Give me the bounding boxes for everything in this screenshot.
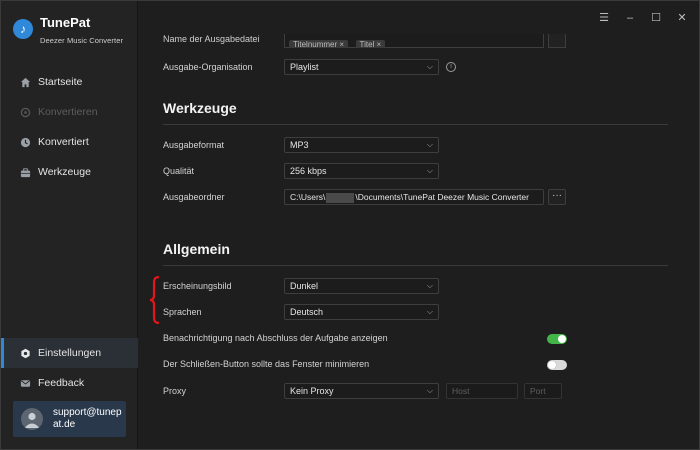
app-window: ♪ TunePat Deezer Music Converter Startse… [0, 0, 700, 450]
mail-icon [19, 377, 31, 389]
menu-icon[interactable]: ☰ [598, 12, 610, 24]
toggle-knob [558, 335, 566, 343]
brand: ♪ TunePat Deezer Music Converter [13, 15, 123, 45]
close-minimize-label: Der Schließen-Button sollte das Fenster … [163, 359, 370, 369]
sidebar-item-label: Werkzeuge [38, 166, 91, 178]
sidebar-item-konvertiert[interactable]: Konvertiert [1, 127, 138, 157]
sidebar-item-einstellungen[interactable]: Einstellungen [1, 338, 138, 368]
toolbox-icon [19, 166, 31, 178]
output-org-select[interactable]: Playlist ⌵ [284, 59, 439, 75]
chevron-down-icon: ⌵ [426, 281, 433, 290]
partial-row-output-filename: Name der Ausgabedatei Titelnummer × Tite… [139, 34, 700, 48]
section-title-general: Allgemein [163, 241, 230, 257]
filename-tag[interactable]: Titel × [355, 40, 386, 48]
settings-icon [19, 347, 31, 359]
output-format-label: Ausgabeformat [163, 140, 225, 150]
maximize-icon[interactable]: ☐ [650, 12, 662, 24]
notify-toggle[interactable] [547, 334, 567, 344]
chevron-down-icon: ⌵ [426, 62, 433, 71]
clock-icon [19, 136, 31, 148]
info-icon[interactable]: i [446, 62, 456, 72]
sidebar-bottom-nav: Einstellungen Feedback [1, 338, 138, 398]
chevron-down-icon: ⌵ [426, 166, 433, 175]
filename-tags-field[interactable]: Titelnummer × Titel × [284, 34, 544, 48]
divider [163, 124, 668, 125]
sidebar-item-label: Konvertiert [38, 136, 89, 148]
browse-folder-button[interactable]: ··· [548, 189, 566, 205]
sidebar-item-konvertieren[interactable]: Konvertieren [1, 97, 138, 127]
chevron-down-icon: ⌵ [426, 140, 433, 149]
output-folder-field[interactable]: C:\Users\ \Documents\TunePat Deezer Music… [284, 189, 544, 205]
select-value: Playlist [290, 62, 319, 72]
appearance-select[interactable]: Dunkel ⌵ [284, 278, 439, 294]
select-value: 256 kbps [290, 166, 327, 176]
proxy-host-input[interactable]: Host [446, 383, 518, 399]
sidebar-item-label: Feedback [38, 377, 85, 389]
select-value: Kein Proxy [290, 386, 334, 396]
output-format-select[interactable]: MP3 ⌵ [284, 137, 439, 153]
path-suffix: \Documents\TunePat Deezer Music Converte… [355, 192, 529, 202]
language-select[interactable]: Deutsch ⌵ [284, 304, 439, 320]
select-value: MP3 [290, 140, 309, 150]
brand-subtitle: Deezer Music Converter [40, 36, 124, 45]
proxy-label: Proxy [163, 386, 187, 396]
proxy-port-input[interactable]: Port [524, 383, 562, 399]
music-note-icon: ♪ [13, 19, 33, 39]
sidebar-item-label: Startseite [38, 76, 83, 88]
quality-select[interactable]: 256 kbps ⌵ [284, 163, 439, 179]
user-email: support@tunepat.de [53, 407, 122, 430]
convert-icon [19, 106, 31, 118]
settings-panel: ☰ – ☐ ✕ Name der Ausgabedatei Titelnumme… [139, 1, 700, 449]
select-value: Dunkel [290, 281, 319, 291]
sidebar: ♪ TunePat Deezer Music Converter Startse… [1, 1, 138, 449]
user-card[interactable]: support@tunepat.de [13, 401, 126, 437]
toggle-knob [548, 361, 556, 369]
select-value: Deutsch [290, 307, 324, 317]
section-title-tools: Werkzeuge [163, 100, 237, 116]
language-label: Sprachen [163, 307, 202, 317]
sidebar-item-werkzeuge[interactable]: Werkzeuge [1, 157, 138, 187]
chevron-down-icon: ⌵ [426, 386, 433, 395]
close-minimize-toggle[interactable] [547, 360, 567, 370]
proxy-select[interactable]: Kein Proxy ⌵ [284, 383, 439, 399]
output-folder-label: Ausgabeordner [163, 192, 225, 202]
window-controls: ☰ – ☐ ✕ [598, 12, 688, 24]
sidebar-item-startseite[interactable]: Startseite [1, 67, 138, 97]
minimize-icon[interactable]: – [624, 12, 636, 24]
sidebar-item-label: Konvertieren [38, 106, 98, 118]
chevron-down-icon: ⌵ [426, 307, 433, 316]
redacted-username [326, 192, 355, 203]
close-icon[interactable]: ✕ [676, 12, 688, 24]
user-avatar-icon [21, 408, 43, 430]
home-icon [19, 76, 31, 88]
path-prefix: C:\Users\ [290, 192, 326, 202]
annotation-brace [149, 276, 160, 324]
quality-label: Qualität [163, 166, 195, 176]
filename-add-button[interactable] [548, 34, 566, 48]
sidebar-item-label: Einstellungen [38, 347, 102, 359]
sidebar-item-feedback[interactable]: Feedback [1, 368, 138, 398]
row-label: Name der Ausgabedatei [163, 34, 260, 44]
divider [163, 265, 668, 266]
output-org-label: Ausgabe-Organisation [163, 62, 253, 72]
notify-label: Benachrichtigung nach Abschluss der Aufg… [163, 333, 388, 343]
appearance-label: Erscheinungsbild [163, 281, 232, 291]
brand-name: TunePat [40, 15, 91, 30]
sidebar-nav: Startseite Konvertieren Konvertiert Werk… [1, 67, 138, 187]
filename-tag[interactable]: Titelnummer × [289, 40, 349, 48]
